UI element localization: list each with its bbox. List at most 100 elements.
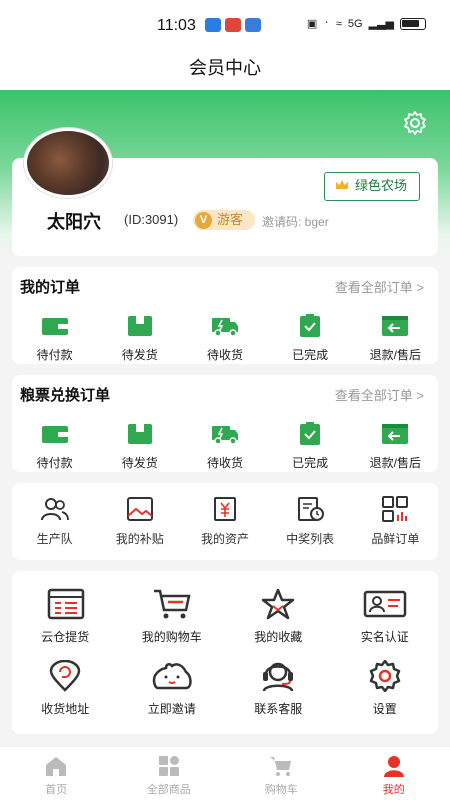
order-pending-receipt[interactable]: 待收货 (182, 314, 267, 363)
tab-label: 首页 (45, 784, 68, 796)
service-label: 我的购物车 (141, 630, 202, 644)
grain-orders-title: 粮票兑换订单 (20, 387, 111, 404)
truck-icon (211, 318, 238, 337)
order-item-label: 待发货 (121, 348, 158, 362)
wifi-icon: ≈ (335, 17, 342, 30)
tool-label: 我的资产 (200, 532, 249, 546)
real-name-auth-item[interactable]: 实名认证 (332, 588, 439, 645)
box-icon (127, 424, 152, 444)
assets-icon (213, 497, 236, 521)
my-assets-item[interactable]: 我的资产 (182, 496, 267, 547)
home-icon (46, 757, 67, 776)
invite-code: 邀请码: bger (262, 215, 329, 229)
grain-order-completed[interactable]: 已完成 (268, 422, 353, 471)
app-notification-icon (225, 18, 241, 32)
invite-now-item[interactable]: 立即邀请 (119, 660, 226, 717)
order-item-label: 已完成 (292, 456, 329, 470)
tab-label: 购物车 (264, 784, 298, 796)
cloud-warehouse-pickup-item[interactable]: 云仓提货 (12, 588, 119, 645)
status-bar: 11:03 ▣ ᛫ ≈ 5G ▂▃▅ (0, 0, 450, 50)
tab-home[interactable]: 首页 (0, 747, 113, 800)
star-icon (262, 588, 295, 620)
status-notification-icons (205, 18, 261, 32)
my-cart-item[interactable]: 我的购物车 (119, 588, 226, 645)
clipboard-check-icon (300, 314, 321, 337)
service-label: 实名认证 (360, 630, 409, 644)
box-icon (127, 316, 152, 336)
page-title: 会员中心 (189, 58, 261, 78)
tab-cart[interactable]: 购物车 (225, 747, 338, 800)
services-row-2: 收货地址 立即邀请 联系客服 设置 (12, 660, 438, 717)
tab-mine[interactable]: 我的 (338, 747, 450, 800)
invite-icon (152, 663, 192, 690)
refund-icon (382, 424, 409, 444)
wallet-icon (41, 426, 68, 443)
my-orders-view-all-link[interactable]: 查看全部订单 > (335, 277, 424, 296)
services-row-1: 云仓提货 我的购物车 我的收藏 实名认证 (12, 588, 438, 645)
order-item-label: 退款/售后 (369, 456, 422, 470)
tool-label: 我的补贴 (115, 532, 164, 546)
status-indicators: ▣ ᛫ ≈ 5G ▂▃▅ (307, 17, 426, 30)
order-item-label: 待付款 (36, 456, 73, 470)
cloud-warehouse-icon (48, 588, 85, 620)
order-item-label: 退款/售后 (369, 348, 422, 362)
tab-label: 我的 (382, 784, 405, 796)
order-item-label: 已完成 (292, 348, 329, 362)
order-item-label: 待付款 (36, 348, 73, 362)
title-bar: 会员中心 (0, 50, 450, 90)
status-time: 11:03 (157, 17, 196, 34)
team-icon (40, 498, 69, 521)
avatar[interactable] (24, 128, 112, 198)
level-badge-label: 游客 (217, 212, 244, 227)
my-favorites-item[interactable]: 我的收藏 (225, 588, 332, 645)
grain-order-pending-payment[interactable]: 待付款 (12, 422, 97, 471)
settings-gear-icon[interactable] (402, 110, 428, 136)
gear-icon (369, 660, 400, 692)
order-pending-shipment[interactable]: 待发货 (97, 314, 182, 363)
cart-icon (270, 757, 292, 776)
wallet-icon (41, 318, 68, 335)
user-id: (ID:3091) (124, 212, 179, 227)
grain-order-refund[interactable]: 退款/售后 (353, 422, 438, 471)
refund-icon (382, 316, 409, 336)
battery-icon (400, 17, 426, 30)
order-item-label: 待发货 (121, 456, 158, 470)
tab-all-products[interactable]: 全部商品 (113, 747, 226, 800)
bottom-tab-bar: 首页 全部商品 购物车 我的 (0, 746, 450, 800)
my-orders-row: 待付款 待发货 待收货 已完成 退款/售后 (12, 314, 438, 363)
settings-item[interactable]: 设置 (332, 660, 439, 717)
id-card-icon (363, 590, 406, 618)
service-label: 设置 (372, 702, 397, 716)
service-label: 我的收藏 (254, 630, 303, 644)
fresh-orders-item[interactable]: 品鲜订单 (353, 496, 438, 547)
service-label: 云仓提货 (41, 630, 90, 644)
my-orders-title: 我的订单 (20, 279, 81, 296)
cart-icon (153, 589, 191, 619)
grain-orders-view-all-link[interactable]: 查看全部订单 > (335, 385, 424, 404)
order-refund[interactable]: 退款/售后 (353, 314, 438, 363)
prize-list-item[interactable]: 中奖列表 (268, 496, 353, 547)
service-label: 收货地址 (41, 702, 90, 716)
tool-label: 中奖列表 (286, 532, 335, 546)
green-farm-button[interactable]: 绿色农场 (324, 172, 420, 201)
app-notification-icon (245, 18, 261, 32)
v-badge-icon: V (195, 212, 212, 229)
signal-label: 5G (347, 17, 363, 30)
grain-order-pending-receipt[interactable]: 待收货 (182, 422, 267, 471)
my-subsidy-item[interactable]: 我的补贴 (97, 496, 182, 547)
order-completed[interactable]: 已完成 (268, 314, 353, 363)
shipping-address-item[interactable]: 收货地址 (12, 660, 119, 717)
grid-order-icon (382, 496, 409, 522)
order-pending-payment[interactable]: 待付款 (12, 314, 97, 363)
tools-row: 生产队 我的补贴 我的资产 中奖列表 品鲜订单 (12, 496, 438, 547)
all-products-icon (158, 756, 179, 776)
contact-support-item[interactable]: 联系客服 (225, 660, 332, 717)
user-icon (383, 756, 404, 777)
order-item-label: 待收货 (206, 348, 243, 362)
nfc-icon: ▣ (306, 18, 318, 30)
username: 太阳穴 (47, 212, 101, 232)
green-farm-label: 绿色农场 (355, 178, 408, 193)
grain-order-pending-shipment[interactable]: 待发货 (97, 422, 182, 471)
service-label: 立即邀请 (147, 702, 196, 716)
production-team-item[interactable]: 生产队 (12, 496, 97, 547)
